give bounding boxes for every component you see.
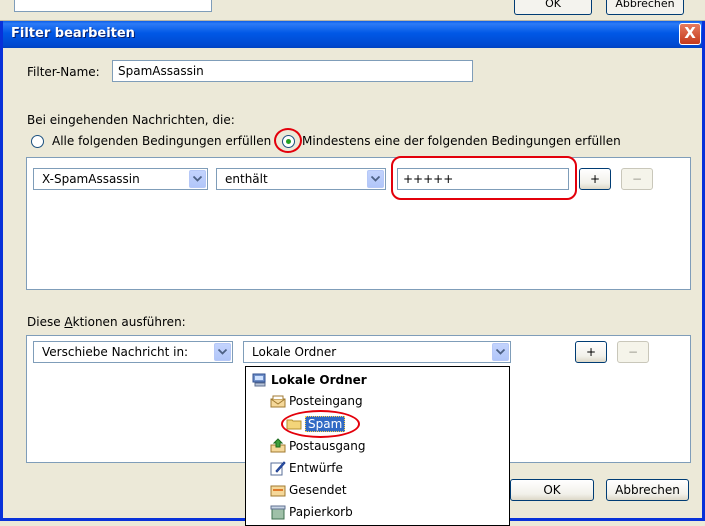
tree-root-label: Lokale Ordner [271, 373, 367, 387]
highlight-ring-value [391, 156, 577, 200]
chevron-down-icon[interactable] [189, 170, 206, 188]
highlight-ring-radio [274, 128, 302, 153]
background-ok-button[interactable]: OK [514, 0, 592, 15]
actions-heading: Diese Aktionen ausführen: [27, 315, 186, 329]
tree-item-label: Postausgang [289, 439, 366, 453]
tree-root-local-folders[interactable]: Lokale Ordner [252, 371, 367, 389]
condition-field-select[interactable]: X-SpamAssassin [33, 168, 208, 190]
add-condition-button[interactable]: + [579, 168, 611, 190]
outbox-icon [270, 438, 286, 453]
computer-icon [252, 373, 266, 387]
radio-any-label[interactable]: Mindestens eine der folgenden Bedingunge… [302, 134, 621, 148]
remove-action-button[interactable]: − [617, 341, 649, 363]
tree-item-sent[interactable]: Gesendet [270, 481, 347, 499]
action-type-value: Verschiebe Nachricht in: [42, 345, 189, 359]
close-icon: X [684, 24, 696, 42]
radio-all-label[interactable]: Alle folgenden Bedingungen erfüllen [52, 134, 271, 148]
close-button[interactable]: X [679, 23, 701, 45]
tree-item-trash[interactable]: Papierkorb [270, 503, 353, 521]
chevron-down-icon[interactable] [492, 343, 509, 361]
chevron-down-icon[interactable] [367, 170, 384, 188]
background-window: OK Abbrechen [0, 0, 705, 21]
condition-field-value: X-SpamAssassin [42, 172, 140, 186]
ok-button[interactable]: OK [510, 479, 594, 501]
sent-icon [270, 485, 286, 497]
inbox-icon [270, 395, 286, 408]
action-type-select[interactable]: Verschiebe Nachricht in: [33, 341, 233, 363]
tree-item-drafts[interactable]: Entwürfe [270, 459, 343, 477]
tree-item-label: Gesendet [289, 483, 347, 497]
action-target-select[interactable]: Lokale Ordner [243, 341, 511, 363]
remove-condition-button[interactable]: − [621, 168, 653, 190]
tree-item-label: Entwürfe [289, 461, 343, 475]
filter-name-label: Filter-Name: [27, 65, 100, 79]
titlebar[interactable]: Filter bearbeiten X [3, 21, 702, 48]
tree-item-inbox[interactable]: Posteingang [270, 392, 363, 410]
cancel-button[interactable]: Abbrechen [606, 479, 689, 501]
background-cancel-button[interactable]: Abbrechen [606, 0, 684, 15]
chevron-down-icon[interactable] [214, 343, 231, 361]
condition-operator-select[interactable]: enthält [216, 168, 386, 190]
tree-item-label: Posteingang [289, 394, 363, 408]
condition-operator-value: enthält [225, 172, 268, 186]
folder-dropdown: Lokale Ordner Posteingang Spam Postausga… [245, 366, 510, 526]
background-field [14, 0, 212, 12]
tree-item-label: Papierkorb [289, 505, 353, 519]
drafts-icon [270, 461, 286, 476]
trash-icon [270, 505, 286, 520]
add-action-button[interactable]: + [575, 341, 607, 363]
filter-name-input[interactable]: SpamAssassin [112, 60, 473, 82]
tree-item-outbox[interactable]: Postausgang [270, 437, 366, 455]
highlight-ring-spam [281, 410, 360, 438]
window-title: Filter bearbeiten [11, 26, 135, 41]
action-target-value: Lokale Ordner [252, 345, 337, 359]
incoming-heading: Bei eingehenden Nachrichten, die: [27, 113, 235, 127]
radio-all-conditions[interactable] [31, 135, 44, 148]
